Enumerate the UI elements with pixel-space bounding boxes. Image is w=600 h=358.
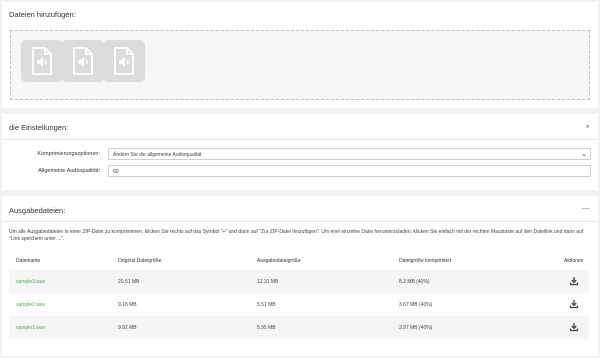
chevron-down-icon: ⌄ xyxy=(581,151,587,158)
output-size: 5.51 MB xyxy=(257,302,276,308)
column-header-actions: Aktionen xyxy=(564,258,584,264)
compressed-size: 8.2 MB (40%) xyxy=(399,279,430,285)
quality-label: Allgemeine Audioqualität: xyxy=(38,168,100,174)
file-tile[interactable] xyxy=(103,40,145,82)
file-dropzone[interactable] xyxy=(10,30,590,100)
collapse-icon[interactable]: — xyxy=(582,205,590,213)
add-files-panel: Dateien hinzufügen: xyxy=(2,2,598,108)
download-icon[interactable] xyxy=(569,322,579,332)
file-tile[interactable] xyxy=(21,40,63,82)
audio-file-icon xyxy=(32,47,52,75)
compression-select[interactable]: Ändern Sie die allgemeine Audioqualität … xyxy=(108,148,591,160)
compression-label: Komprimierungsoptionen: xyxy=(37,151,100,157)
original-size: 20.51 MB xyxy=(118,279,140,285)
download-icon[interactable] xyxy=(569,299,579,309)
divider xyxy=(2,221,598,222)
table-row: sample3.wav 20.51 MB 12.31 MB 8.2 MB (40… xyxy=(9,270,589,293)
download-icon[interactable] xyxy=(569,276,579,286)
original-size: 9.18 MB xyxy=(118,302,137,308)
audio-file-icon xyxy=(114,47,134,75)
output-size: 5.95 MB xyxy=(257,325,276,331)
column-header-compressed-size: Dateigröße komprimiert xyxy=(399,258,452,264)
output-title: Ausgabedateien: xyxy=(9,206,66,215)
quality-input[interactable]: 60 xyxy=(108,165,591,177)
close-icon[interactable]: × xyxy=(585,123,590,131)
audio-file-icon xyxy=(73,47,93,75)
settings-title: die Einstellungen: xyxy=(9,123,69,132)
divider xyxy=(2,139,598,140)
table-row: sample2.wav 9.18 MB 5.51 MB 3.67 MB (40%… xyxy=(9,293,589,316)
file-link[interactable]: sample1.wav xyxy=(16,325,45,331)
column-header-output-size: Ausgabedateigröße xyxy=(257,258,301,264)
column-header-filename: Dateiname xyxy=(16,258,41,264)
file-link[interactable]: sample3.wav xyxy=(16,279,45,285)
output-size: 12.31 MB xyxy=(257,279,279,285)
compressed-size: 3.67 MB (40%) xyxy=(399,302,433,308)
settings-panel: die Einstellungen: × Komprimierungsoptio… xyxy=(2,114,598,190)
add-files-title: Dateien hinzufügen: xyxy=(9,10,76,19)
file-tile[interactable] xyxy=(62,40,104,82)
output-description: Um alle Ausgabedateien in einer ZIP-Date… xyxy=(9,229,584,243)
output-panel: Ausgabedateien: — Um alle Ausgabedateien… xyxy=(2,196,598,356)
original-size: 9.92 MB xyxy=(118,325,137,331)
compressed-size: 3.97 MB (40%) xyxy=(399,325,433,331)
column-header-original-size: Original Dateigröße xyxy=(118,258,162,264)
compression-value: Ändern Sie die allgemeine Audioqualität xyxy=(113,152,202,158)
table-row: sample1.wav 9.92 MB 5.95 MB 3.97 MB (40%… xyxy=(9,316,589,339)
file-link[interactable]: sample2.wav xyxy=(16,302,45,308)
quality-value: 60 xyxy=(113,169,119,175)
